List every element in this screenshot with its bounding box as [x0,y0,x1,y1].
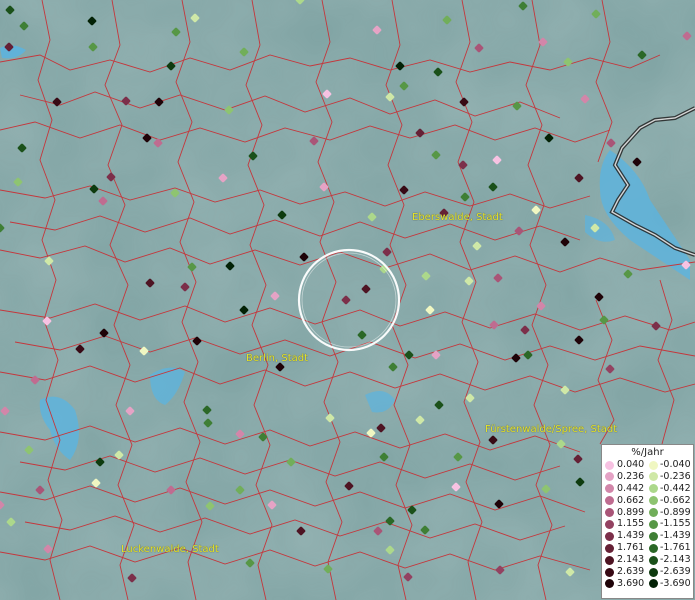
legend-value-negative: -1.761 [660,542,691,554]
legend-swatch-negative [649,472,658,482]
legend-row: 0.236 -0.236 [602,471,693,483]
legend-swatch-positive [605,519,614,529]
legend-swatch-positive [605,460,614,470]
legend-rows: 0.040 -0.040 0.236 -0.236 0.442 -0.442 0.662 -0… [602,459,693,590]
city-label-berlin: Berlin, Stadt [246,353,309,364]
legend-value-negative: -0.236 [660,470,691,482]
legend-swatch-negative [649,460,658,470]
legend-value-positive: 1.155 [617,518,645,530]
legend-row: 0.662 -0.662 [602,495,693,507]
legend-value-negative: -1.439 [660,530,691,542]
legend-swatch-negative [649,508,658,518]
legend-value-positive: 0.662 [617,494,645,506]
legend-row: 0.040 -0.040 [602,459,693,471]
map-view[interactable]: Eberswalde, Stadt Berlin, Stadt Fürstenw… [0,0,695,600]
map-legend: %/Jahr 0.040 -0.040 0.236 -0.236 0.442 -0.442… [601,444,694,599]
legend-swatch-negative [649,484,658,494]
legend-row: 2.143 -2.143 [602,554,693,566]
legend-value-positive: 2.143 [617,554,645,566]
legend-row: 0.442 -0.442 [602,483,693,495]
city-label-eberswalde: Eberswalde, Stadt [412,212,503,223]
legend-row: 0.899 -0.899 [602,507,693,519]
legend-value-positive: 0.040 [617,459,645,470]
legend-value-negative: -2.639 [660,566,691,578]
legend-swatch-positive [605,484,614,494]
legend-swatch-positive [605,579,614,589]
legend-swatch-positive [605,508,614,518]
legend-value-negative: -0.040 [660,459,691,470]
legend-value-positive: 0.899 [617,506,645,518]
city-label-luckenwalde: Luckenwalde, Stadt [121,544,219,555]
legend-row: 1.155 -1.155 [602,518,693,530]
legend-swatch-positive [605,496,614,506]
city-label-fuerstenwalde: Fürstenwalde/Spree, Stadt [485,424,618,435]
legend-row: 2.639 -2.639 [602,566,693,578]
legend-row: 1.439 -1.439 [602,530,693,542]
legend-swatch-negative [649,567,658,577]
legend-swatch-negative [649,519,658,529]
legend-swatch-positive [605,531,614,541]
legend-title: %/Jahr [631,447,664,458]
legend-value-negative: -0.662 [660,494,691,506]
legend-swatch-negative [649,496,658,506]
legend-value-negative: -0.442 [660,482,691,494]
legend-value-positive: 1.761 [617,542,645,554]
legend-value-positive: 0.442 [617,482,645,494]
legend-value-negative: -1.155 [660,518,691,530]
legend-value-positive: 3.690 [617,577,645,589]
legend-swatch-negative [649,555,658,565]
legend-row: 3.690 -3.690 [602,578,693,590]
legend-value-positive: 1.439 [617,530,645,542]
legend-swatch-negative [649,543,658,553]
legend-value-positive: 0.236 [617,470,645,482]
legend-row: 1.761 -1.761 [602,542,693,554]
legend-swatch-negative [649,579,658,589]
legend-value-negative: -2.143 [660,554,691,566]
map-canvas[interactable] [0,0,695,600]
legend-value-negative: -3.690 [660,577,691,589]
legend-swatch-positive [605,543,614,553]
legend-swatch-positive [605,567,614,577]
legend-value-negative: -0.899 [660,506,691,518]
legend-swatch-negative [649,531,658,541]
legend-swatch-positive [605,555,614,565]
legend-swatch-positive [605,472,614,482]
legend-value-positive: 2.639 [617,566,645,578]
